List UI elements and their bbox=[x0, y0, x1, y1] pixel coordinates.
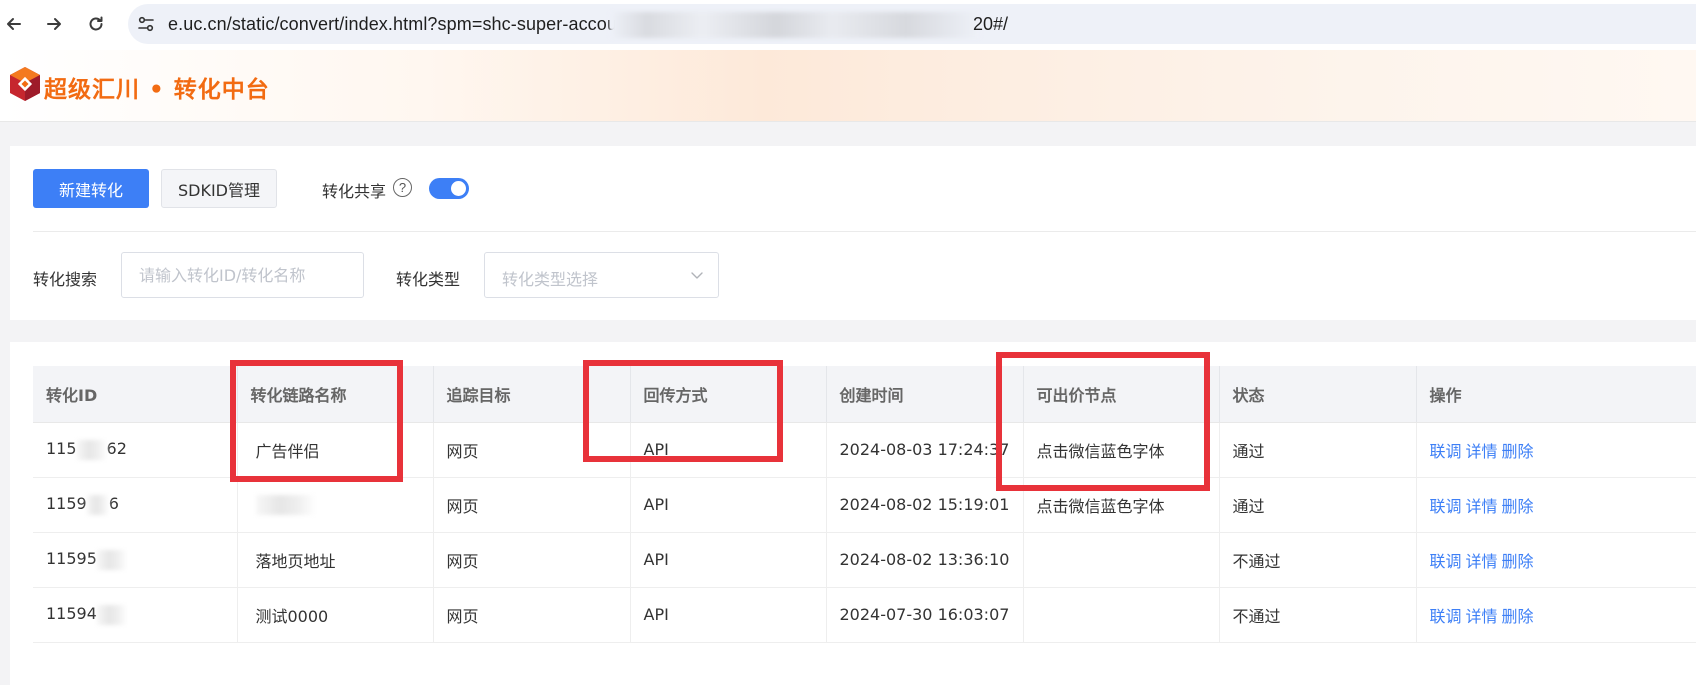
cell-actions: 联调 详情 删除 bbox=[1416, 532, 1696, 588]
cell-created: 2024-07-30 16:03:07 bbox=[826, 587, 1024, 643]
url-text[interactable]: e.uc.cn/static/convert/index.html?spm=sh… bbox=[168, 14, 617, 35]
annotation-box-name-column bbox=[230, 360, 403, 482]
id-redaction bbox=[96, 604, 127, 625]
cell-status: 通过 bbox=[1219, 477, 1417, 533]
cell-target: 网页 bbox=[433, 477, 631, 533]
cell-status: 不通过 bbox=[1219, 532, 1417, 588]
detail-link[interactable]: 详情 bbox=[1466, 497, 1498, 516]
cell-target: 网页 bbox=[433, 532, 631, 588]
cell-method: API bbox=[630, 477, 827, 533]
app-header: 超级汇川 • 转化中台 bbox=[0, 50, 1696, 122]
cell-created: 2024-08-02 15:19:01 bbox=[826, 477, 1024, 533]
id-redaction bbox=[86, 494, 109, 515]
cell-status: 通过 bbox=[1219, 422, 1417, 478]
back-arrow-icon[interactable] bbox=[0, 10, 28, 38]
forward-arrow-icon[interactable] bbox=[40, 10, 68, 38]
reload-icon[interactable] bbox=[82, 10, 110, 38]
column-header-status: 状态 bbox=[1219, 366, 1417, 423]
delete-link[interactable]: 删除 bbox=[1502, 442, 1534, 461]
id-prefix: 115 bbox=[46, 439, 77, 459]
share-label: 转化共享 bbox=[322, 182, 387, 201]
cell-bid-node bbox=[1023, 587, 1220, 643]
type-select-placeholder: 转化类型选择 bbox=[502, 270, 599, 289]
column-header-actions: 操作 bbox=[1416, 366, 1696, 423]
id-prefix: 1159 bbox=[46, 494, 87, 514]
app-title: 超级汇川 • 转化中台 bbox=[44, 77, 270, 103]
id-redaction bbox=[76, 439, 107, 460]
url-tail[interactable]: 20#/ bbox=[973, 14, 1008, 35]
id-suffix: 62 bbox=[106, 439, 127, 459]
detail-link[interactable]: 详情 bbox=[1466, 607, 1498, 626]
table-row: 11595 落地页地址 网页 API 2024-08-02 13:36:10 不… bbox=[33, 532, 1696, 588]
table-row: 11594 测试0000 网页 API 2024-07-30 16:03:07 … bbox=[33, 587, 1696, 643]
cell-status: 不通过 bbox=[1219, 587, 1417, 643]
cell-created: 2024-08-02 13:36:10 bbox=[826, 532, 1024, 588]
debug-link[interactable]: 联调 bbox=[1430, 442, 1462, 461]
cell-method: API bbox=[630, 587, 827, 643]
sdkid-manage-button[interactable]: SDKID管理 bbox=[161, 169, 277, 208]
type-select[interactable]: 转化类型选择 bbox=[484, 252, 719, 298]
search-label: 转化搜索 bbox=[33, 270, 98, 289]
cell-name: 测试0000 bbox=[237, 587, 434, 643]
toggle-knob bbox=[451, 181, 466, 196]
logo-icon bbox=[10, 67, 40, 101]
cell-id: 11594 bbox=[33, 587, 238, 643]
type-label: 转化类型 bbox=[396, 270, 461, 289]
id-suffix: 6 bbox=[108, 494, 119, 514]
cell-method: API bbox=[630, 532, 827, 588]
name-redaction bbox=[255, 494, 316, 515]
cell-created: 2024-08-03 17:24:37 bbox=[826, 422, 1024, 478]
delete-link[interactable]: 删除 bbox=[1502, 497, 1534, 516]
help-icon[interactable]: ? bbox=[393, 178, 412, 197]
share-toggle[interactable] bbox=[429, 178, 469, 199]
id-redaction bbox=[96, 549, 127, 570]
cell-target: 网页 bbox=[433, 587, 631, 643]
chevron-down-icon bbox=[691, 272, 703, 279]
cell-bid-node bbox=[1023, 532, 1220, 588]
debug-link[interactable]: 联调 bbox=[1430, 607, 1462, 626]
detail-link[interactable]: 详情 bbox=[1466, 552, 1498, 571]
cell-id: 11595 bbox=[33, 532, 238, 588]
delete-link[interactable]: 删除 bbox=[1502, 607, 1534, 626]
divider bbox=[33, 231, 1696, 232]
toolbar-panel: 新建转化 SDKID管理 转化共享 ? 转化搜索 转化类型 转化类型选择 bbox=[10, 146, 1696, 320]
cell-actions: 联调 详情 删除 bbox=[1416, 477, 1696, 533]
id-prefix: 11595 bbox=[46, 549, 97, 569]
cell-actions: 联调 详情 删除 bbox=[1416, 587, 1696, 643]
new-conversion-button[interactable]: 新建转化 bbox=[33, 169, 149, 208]
debug-link[interactable]: 联调 bbox=[1430, 552, 1462, 571]
cell-id: 1159 6 bbox=[33, 477, 238, 533]
annotation-box-bid-node-column bbox=[996, 352, 1210, 491]
cell-name: 落地页地址 bbox=[237, 532, 434, 588]
debug-link[interactable]: 联调 bbox=[1430, 497, 1462, 516]
address-bar[interactable]: e.uc.cn/static/convert/index.html?spm=sh… bbox=[128, 4, 1696, 44]
browser-toolbar: e.uc.cn/static/convert/index.html?spm=sh… bbox=[0, 0, 1696, 50]
detail-link[interactable]: 详情 bbox=[1466, 442, 1498, 461]
column-header-created: 创建时间 bbox=[826, 366, 1024, 423]
delete-link[interactable]: 删除 bbox=[1502, 552, 1534, 571]
id-prefix: 11594 bbox=[46, 604, 97, 624]
cell-name bbox=[237, 477, 434, 533]
url-redaction bbox=[610, 12, 980, 38]
cell-actions: 联调 详情 删除 bbox=[1416, 422, 1696, 478]
annotation-box-method-column bbox=[583, 360, 783, 462]
search-input[interactable] bbox=[121, 252, 364, 298]
site-settings-icon[interactable] bbox=[132, 10, 160, 38]
column-header-id: 转化ID bbox=[33, 366, 238, 423]
cell-id: 115 62 bbox=[33, 422, 238, 478]
table-row: 1159 6 网页 API 2024-08-02 15:19:01 点击微信蓝色字… bbox=[33, 477, 1696, 533]
